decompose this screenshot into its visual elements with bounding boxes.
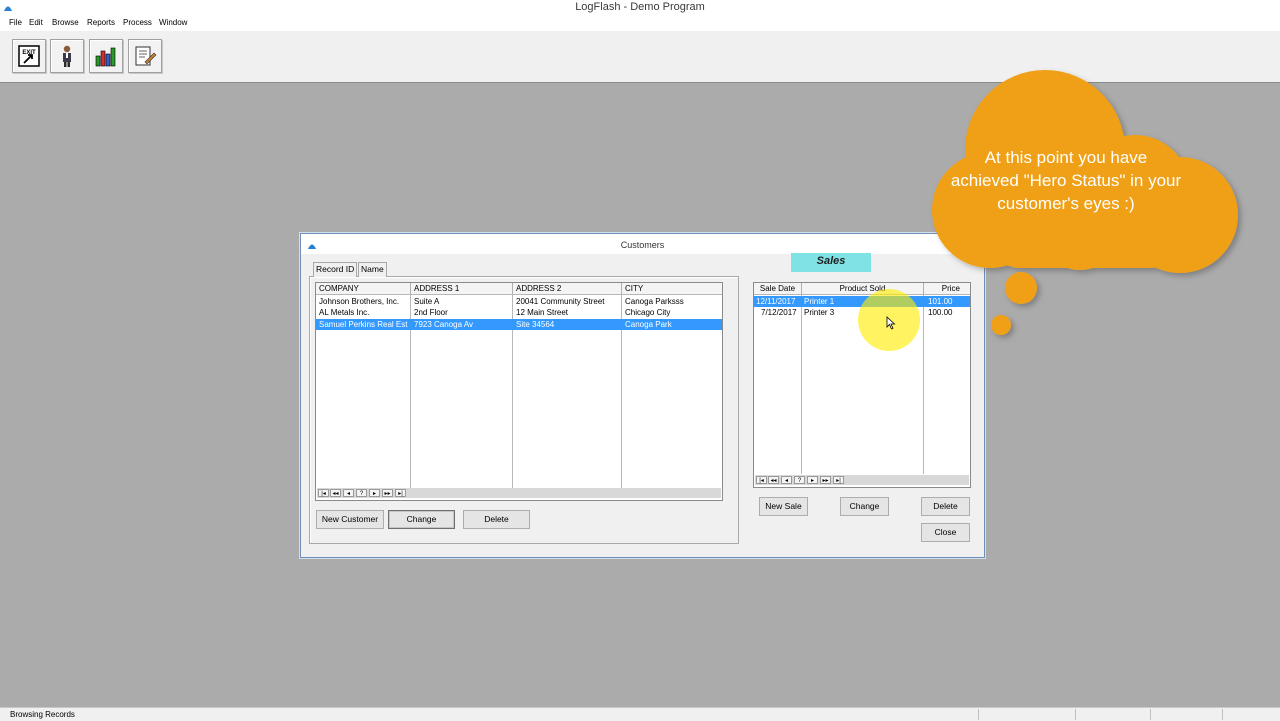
cell-address2: Site 34564 xyxy=(516,320,555,329)
delete-sale-button[interactable]: Delete xyxy=(921,497,970,516)
cell-price: 100.00 xyxy=(928,308,953,317)
cell-company: Johnson Brothers, Inc. xyxy=(319,297,400,306)
status-divider xyxy=(1222,709,1223,720)
customers-table-header: COMPANY ADDRESS 1 ADDRESS 2 CITY xyxy=(316,283,722,295)
exit-icon: EXIT xyxy=(18,45,40,67)
menu-browse[interactable]: Browse xyxy=(52,18,79,27)
cell-city: Canoga Park xyxy=(625,320,672,329)
edit-document-button[interactable] xyxy=(128,39,162,73)
nav-next-button[interactable]: ▸ xyxy=(369,489,380,497)
sales-navigator: |◂ ◂◂ ◂ ? ▸ ▸▸ ▸| xyxy=(755,475,969,485)
tab-record-id[interactable]: Record ID xyxy=(313,262,358,277)
nav-page-next-button[interactable]: ▸▸ xyxy=(382,489,393,497)
cell-sale-date: 7/12/2017 xyxy=(761,308,797,317)
customers-button[interactable] xyxy=(50,39,84,73)
column-divider xyxy=(923,294,924,474)
cell-address1: 7923 Canoga Av xyxy=(414,320,474,329)
close-button[interactable]: Close xyxy=(921,523,970,542)
cell-address2: 20041 Community Street xyxy=(516,297,605,306)
status-bar: Browsing Records xyxy=(0,707,1280,721)
reports-button[interactable] xyxy=(89,39,123,73)
tab-name[interactable]: Name xyxy=(358,262,387,277)
mouse-cursor-icon xyxy=(886,316,896,330)
callout-text: At this point you have achieved "Hero St… xyxy=(950,148,1182,213)
customers-table[interactable]: COMPANY ADDRESS 1 ADDRESS 2 CITY Johnson… xyxy=(315,282,723,501)
bar-chart-icon xyxy=(95,47,116,67)
nav-last-button[interactable]: ▸| xyxy=(833,476,844,484)
window-title: LogFlash - Demo Program xyxy=(575,1,705,13)
status-text: Browsing Records xyxy=(10,710,75,719)
cell-address1: 2nd Floor xyxy=(414,308,448,317)
delete-customer-button[interactable]: Delete xyxy=(463,510,530,529)
cell-city: Chicago City xyxy=(625,308,671,317)
table-row[interactable]: Johnson Brothers, Inc. Suite A 20041 Com… xyxy=(316,296,722,307)
column-header-sale-date[interactable]: Sale Date xyxy=(754,283,802,294)
sales-label: Sales xyxy=(791,253,871,272)
column-header-address2[interactable]: ADDRESS 2 xyxy=(513,283,622,294)
nav-prev-button[interactable]: ◂ xyxy=(343,489,354,497)
nav-locate-button[interactable]: ? xyxy=(356,489,367,497)
nav-next-button[interactable]: ▸ xyxy=(807,476,818,484)
status-divider xyxy=(1150,709,1151,720)
cell-price: 101.00 xyxy=(928,297,953,306)
title-bar: LogFlash - Demo Program xyxy=(0,0,1280,17)
menu-reports[interactable]: Reports xyxy=(87,18,115,27)
table-row-selected[interactable]: Samuel Perkins Real Est 7923 Canoga Av S… xyxy=(316,319,722,330)
nav-first-button[interactable]: |◂ xyxy=(756,476,767,484)
column-header-address1[interactable]: ADDRESS 1 xyxy=(411,283,513,294)
change-customer-button[interactable]: Change xyxy=(388,510,455,529)
status-divider xyxy=(1075,709,1076,720)
nav-page-prev-button[interactable]: ◂◂ xyxy=(768,476,779,484)
nav-first-button[interactable]: |◂ xyxy=(318,489,329,497)
cell-city: Canoga Parksss xyxy=(625,297,684,306)
new-sale-button[interactable]: New Sale xyxy=(759,497,808,516)
status-divider xyxy=(978,709,979,720)
customers-navigator: |◂ ◂◂ ◂ ? ▸ ▸▸ ▸| xyxy=(317,488,721,498)
cell-company: AL Metals Inc. xyxy=(319,308,370,317)
cell-sale-date: 12/11/2017 xyxy=(756,297,796,306)
nav-prev-button[interactable]: ◂ xyxy=(781,476,792,484)
menu-process[interactable]: Process xyxy=(123,18,152,27)
dialog-title: Customers xyxy=(620,240,665,250)
document-edit-icon xyxy=(135,46,157,66)
menu-window[interactable]: Window xyxy=(159,18,187,27)
column-header-company[interactable]: COMPANY xyxy=(316,283,411,294)
sales-table-header: Sale Date Product Sold Price xyxy=(754,283,970,295)
nav-last-button[interactable]: ▸| xyxy=(395,489,406,497)
toolbar: EXIT xyxy=(0,31,1280,83)
column-divider xyxy=(801,294,802,474)
cell-company: Samuel Perkins Real Est xyxy=(319,320,408,329)
menu-bar: File Edit Browse Reports Process Window xyxy=(0,16,1280,31)
dialog-title-bar: Customers xyxy=(301,234,984,254)
cell-address2: 12 Main Street xyxy=(516,308,569,317)
cell-address1: Suite A xyxy=(414,297,440,306)
nav-page-prev-button[interactable]: ◂◂ xyxy=(330,489,341,497)
new-customer-button[interactable]: New Customer xyxy=(316,510,384,529)
column-header-product-sold[interactable]: Product Sold xyxy=(802,283,924,294)
nav-locate-button[interactable]: ? xyxy=(794,476,805,484)
person-icon xyxy=(63,45,71,67)
column-header-price[interactable]: Price xyxy=(924,283,970,294)
menu-file[interactable]: File xyxy=(9,18,22,27)
table-row[interactable]: AL Metals Inc. 2nd Floor 12 Main Street … xyxy=(316,307,722,318)
menu-edit[interactable]: Edit xyxy=(29,18,43,27)
column-header-city[interactable]: CITY xyxy=(622,283,722,294)
change-sale-button[interactable]: Change xyxy=(840,497,889,516)
exit-button[interactable]: EXIT xyxy=(12,39,46,73)
nav-page-next-button[interactable]: ▸▸ xyxy=(820,476,831,484)
